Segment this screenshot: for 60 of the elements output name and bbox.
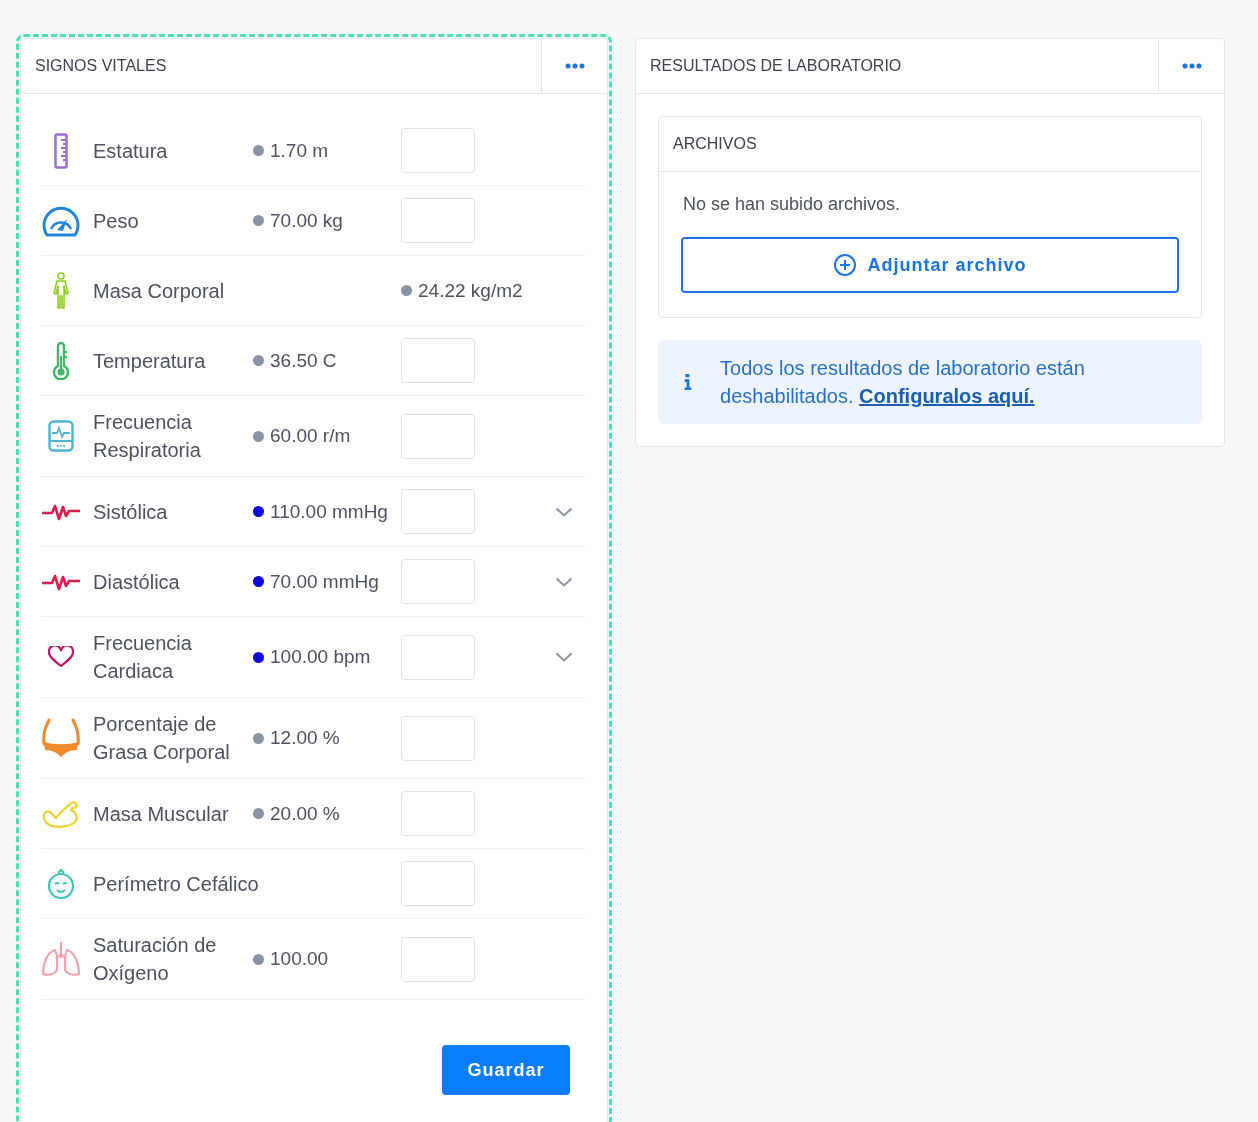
plus-circle-icon xyxy=(833,253,858,277)
vital-label: Peso xyxy=(93,208,140,234)
card-title: SIGNOS VITALES xyxy=(34,56,168,76)
value-input[interactable] xyxy=(401,198,475,243)
vital-label: Masa Muscular xyxy=(93,801,230,827)
vital-label: Sistólica xyxy=(93,499,169,525)
thermometer-icon xyxy=(52,341,70,380)
value-input[interactable] xyxy=(401,338,475,383)
vital-reading: 12.00 % xyxy=(270,727,340,749)
vital-reading: 36.50 C xyxy=(270,349,337,372)
vital-reading: 70.00 kg xyxy=(270,209,343,232)
value-input[interactable] xyxy=(401,413,475,459)
value-input[interactable] xyxy=(401,634,475,680)
vital-reading: 60.00 r/m xyxy=(270,425,351,447)
more-icon xyxy=(564,63,585,69)
vital-reading: 100.00 xyxy=(270,948,329,970)
human-figure-icon xyxy=(51,271,71,310)
vital-label: Saturación de Oxígeno xyxy=(93,933,218,986)
value-input[interactable] xyxy=(401,861,475,906)
vital-reading: 20.00 % xyxy=(270,802,340,825)
chevron-down-icon xyxy=(555,652,573,662)
vital-label: Estatura xyxy=(93,138,169,164)
vital-label: Diastólica xyxy=(93,569,181,595)
value-input[interactable] xyxy=(401,936,475,982)
vital-label: Frecuencia Respiratoria xyxy=(93,410,202,463)
value-input[interactable] xyxy=(401,559,475,604)
ruler-icon xyxy=(54,132,68,169)
value-input[interactable] xyxy=(401,791,475,836)
waist-icon xyxy=(41,718,81,758)
chevron-down-icon xyxy=(555,576,573,587)
vital-label: Perímetro Cefálico xyxy=(93,871,260,897)
pulse-line-icon xyxy=(41,502,81,521)
vital-label: Porcentaje de Grasa Corporal xyxy=(93,712,231,765)
vital-label: Frecuencia Cardiaca xyxy=(93,631,193,684)
more-icon xyxy=(1181,63,1202,69)
vital-reading: 70.00 mmHg xyxy=(270,570,379,593)
vital-reading: 110.00 mmHg xyxy=(270,500,388,523)
card-title: RESULTADOS DE LABORATORIO xyxy=(649,56,903,76)
baby-face-icon xyxy=(45,867,77,900)
pulse-line-icon xyxy=(41,572,81,591)
panel-title: ARCHIVOS xyxy=(672,134,758,154)
gauge-icon xyxy=(41,204,81,237)
lungs-icon xyxy=(41,940,81,978)
save-button[interactable]: Guardar xyxy=(442,1045,570,1095)
notice-text: Todos los resultados de laboratorio están deshabilitados. Configuralos aquí. xyxy=(720,356,1086,409)
vital-reading: 100.00 bpm xyxy=(270,646,371,668)
empty-message: No se han subido archivos. xyxy=(682,194,902,215)
configure-link[interactable]: Configuralos aquí. xyxy=(859,385,1035,407)
flexed-arm-icon xyxy=(42,799,80,828)
value-input[interactable] xyxy=(401,715,475,761)
attach-file-button[interactable]: Adjuntar archivo xyxy=(681,237,1179,293)
monitor-icon xyxy=(48,420,74,452)
vital-reading: 24.22 kg/m2 xyxy=(418,279,523,302)
value-input[interactable] xyxy=(401,128,475,173)
vital-label: Temperatura xyxy=(93,348,207,374)
heart-icon xyxy=(48,646,74,668)
value-input[interactable] xyxy=(401,489,475,534)
vital-reading: 1.70 m xyxy=(270,139,329,162)
chevron-down-icon xyxy=(555,506,573,517)
vital-label: Masa Corporal xyxy=(93,278,226,304)
